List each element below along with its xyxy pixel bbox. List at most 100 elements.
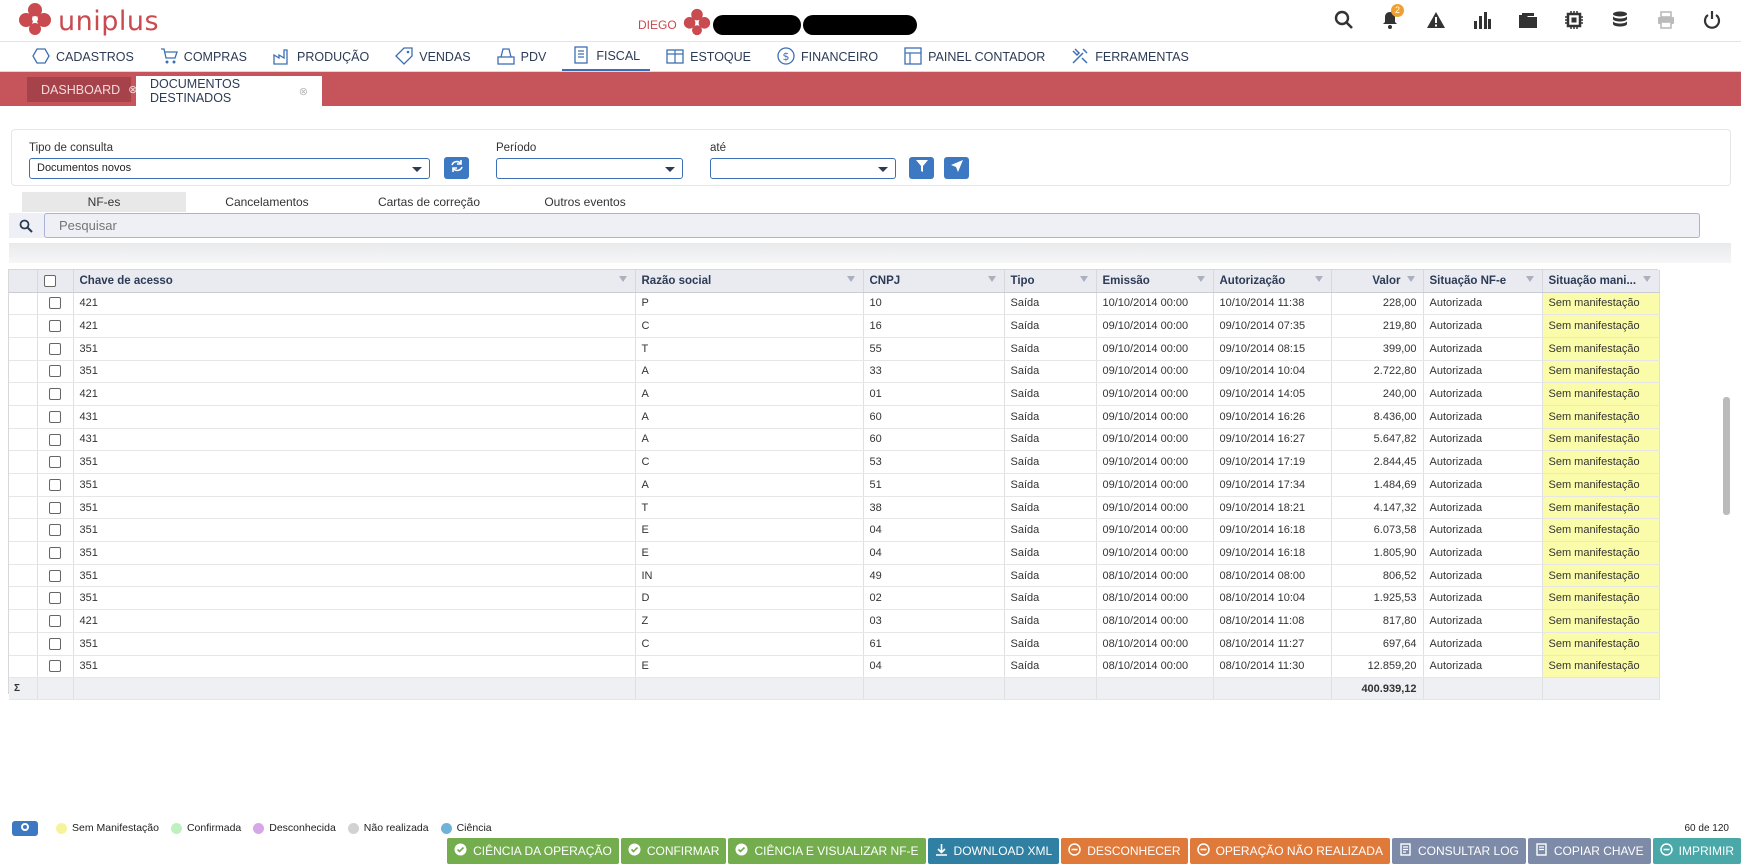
- row-checkbox[interactable]: [49, 342, 61, 355]
- copiar-chave-button[interactable]: COPIAR CHAVE: [1527, 838, 1651, 864]
- sort-icon[interactable]: [1079, 276, 1088, 282]
- column-header-emissao[interactable]: Emissão: [1096, 270, 1214, 293]
- database-icon[interactable]: [1597, 0, 1643, 40]
- sort-icon[interactable]: [1314, 276, 1323, 282]
- periodo-select[interactable]: [496, 158, 683, 179]
- column-header-situacao-nfe[interactable]: Situação NF-e: [1423, 270, 1543, 293]
- grid-settings-button[interactable]: [12, 820, 38, 836]
- row-select-cell[interactable]: [37, 496, 74, 520]
- row-select-cell[interactable]: [37, 632, 74, 656]
- column-header-autorizacao[interactable]: Autorização: [1213, 270, 1332, 293]
- table-row[interactable]: 421 Z 03 Saída 08/10/2014 00:00 08/10/2014 11…: [9, 609, 1660, 633]
- row-select-cell[interactable]: [37, 382, 74, 406]
- row-select-cell[interactable]: [37, 609, 74, 633]
- row-checkbox[interactable]: [49, 569, 61, 582]
- row-checkbox[interactable]: [49, 592, 61, 605]
- column-header-razao[interactable]: Razão social: [635, 270, 864, 293]
- subtab-outros-eventos[interactable]: Outros eventos: [510, 192, 660, 212]
- menu-item-compras[interactable]: COMPRAS: [150, 43, 257, 71]
- user-info[interactable]: DIEGO: [638, 8, 917, 41]
- row-checkbox[interactable]: [49, 478, 61, 491]
- search-icon[interactable]: [1321, 0, 1367, 40]
- imprimir-button[interactable]: IMPRIMIR: [1652, 838, 1741, 864]
- subtab-cartas-correcao[interactable]: Cartas de correção: [348, 192, 510, 212]
- row-checkbox[interactable]: [49, 615, 61, 628]
- row-select-cell[interactable]: [37, 518, 74, 543]
- table-row[interactable]: 421 P 10 Saída 10/10/2014 00:00 10/10/2014 11…: [9, 292, 1660, 316]
- menu-item-pdv[interactable]: PDV: [487, 43, 557, 71]
- table-row[interactable]: 351 E 04 Saída 09/10/2014 00:00 09/10/2014 16…: [9, 541, 1660, 565]
- menu-item-ferramentas[interactable]: FERRAMENTAS: [1061, 43, 1199, 71]
- column-header-situacao-manif[interactable]: Situação mani...: [1542, 270, 1660, 293]
- table-row[interactable]: 351 IN 49 Saída 08/10/2014 00:00 08/10/2014 0…: [9, 564, 1660, 588]
- row-checkbox[interactable]: [49, 501, 61, 514]
- notification-bell-icon[interactable]: 2: [1367, 0, 1413, 40]
- row-checkbox[interactable]: [49, 660, 61, 673]
- select-all-checkbox[interactable]: [43, 274, 56, 287]
- column-header-chave[interactable]: Chave de acesso: [73, 270, 636, 293]
- menu-item-estoque[interactable]: ESTOQUE: [656, 43, 761, 71]
- chart-icon[interactable]: [1459, 0, 1505, 40]
- sort-icon[interactable]: [987, 276, 996, 282]
- refresh-button[interactable]: [444, 157, 469, 179]
- row-checkbox[interactable]: [49, 320, 61, 333]
- table-row[interactable]: 351 C 53 Saída 09/10/2014 00:00 09/10/2014 17…: [9, 450, 1660, 474]
- subtab-cancelamentos[interactable]: Cancelamentos: [186, 192, 348, 212]
- menu-item-fiscal[interactable]: FISCAL: [562, 43, 651, 71]
- table-row[interactable]: 431 A 60 Saída 09/10/2014 00:00 09/10/2014 16…: [9, 428, 1660, 452]
- tab-documentos-destinados[interactable]: DOCUMENTOS DESTINADOS ⊗: [136, 76, 322, 106]
- tab-dashboard[interactable]: DASHBOARD ⊗: [27, 77, 137, 102]
- sort-icon[interactable]: [1196, 276, 1205, 282]
- ciencia-da-operacao-button[interactable]: CIÊNCIA DA OPERAÇÃO: [447, 838, 619, 864]
- column-header-tipo[interactable]: Tipo: [1004, 270, 1097, 293]
- close-tab-icon[interactable]: ⊗: [299, 85, 308, 98]
- table-row[interactable]: 351 E 04 Saída 09/10/2014 00:00 09/10/2014 16…: [9, 518, 1660, 543]
- table-row[interactable]: 351 D 02 Saída 08/10/2014 00:00 08/10/2014 10…: [9, 586, 1660, 611]
- table-row[interactable]: 351 T 55 Saída 09/10/2014 00:00 09/10/2014 08…: [9, 337, 1660, 361]
- row-select-cell[interactable]: [37, 428, 74, 452]
- consultar-log-button[interactable]: CONSULTAR LOG: [1391, 838, 1526, 864]
- row-checkbox[interactable]: [49, 524, 61, 537]
- row-select-cell[interactable]: [37, 405, 74, 429]
- row-select-cell[interactable]: [37, 292, 74, 316]
- search-input[interactable]: [44, 213, 1700, 238]
- sort-icon[interactable]: [618, 276, 627, 282]
- row-checkbox[interactable]: [49, 546, 61, 559]
- table-row[interactable]: 421 A 01 Saída 09/10/2014 00:00 09/10/2014 14…: [9, 382, 1660, 406]
- power-icon[interactable]: [1689, 0, 1735, 40]
- filter-button[interactable]: [909, 157, 934, 179]
- table-row[interactable]: 431 A 60 Saída 09/10/2014 00:00 09/10/2014 16…: [9, 405, 1660, 429]
- subtab-nfes[interactable]: NF-es: [22, 192, 186, 212]
- sort-icon[interactable]: [1406, 276, 1415, 282]
- row-checkbox[interactable]: [49, 388, 61, 401]
- download-xml-button[interactable]: DOWNLOAD XML: [927, 838, 1060, 864]
- warning-icon[interactable]: [1413, 0, 1459, 40]
- table-row[interactable]: 351 E 04 Saída 08/10/2014 00:00 08/10/2014 11…: [9, 655, 1660, 679]
- sort-icon[interactable]: [1525, 276, 1534, 282]
- sort-icon[interactable]: [846, 276, 855, 282]
- ate-select[interactable]: [710, 158, 896, 179]
- row-select-cell[interactable]: [37, 337, 74, 361]
- table-row[interactable]: 421 C 16 Saída 09/10/2014 00:00 09/10/2014 07…: [9, 314, 1660, 338]
- row-select-cell[interactable]: [37, 450, 74, 474]
- row-select-cell[interactable]: [37, 360, 74, 384]
- printer-icon[interactable]: [1643, 0, 1689, 40]
- ciencia-e-visualizar-nf-e-button[interactable]: CIÊNCIA E VISUALIZAR NF-E: [728, 838, 926, 864]
- menu-item-vendas[interactable]: VENDAS: [385, 43, 480, 71]
- folder-icon[interactable]: [1505, 0, 1551, 40]
- send-button[interactable]: [944, 157, 969, 179]
- row-select-cell[interactable]: [37, 473, 74, 497]
- row-select-cell[interactable]: [37, 586, 74, 611]
- column-header-valor[interactable]: Valor: [1331, 270, 1424, 293]
- row-select-cell[interactable]: [37, 655, 74, 679]
- tipo-consulta-select[interactable]: Documentos novos: [29, 158, 430, 179]
- menu-item-painel-contador[interactable]: PAINEL CONTADOR: [894, 43, 1055, 71]
- row-checkbox[interactable]: [49, 297, 61, 310]
- row-checkbox[interactable]: [49, 433, 61, 446]
- logo[interactable]: uniplus: [18, 2, 159, 40]
- menu-item-producao[interactable]: PRODUÇÃO: [263, 43, 379, 71]
- row-checkbox[interactable]: [49, 410, 61, 423]
- vertical-scrollbar[interactable]: [1720, 269, 1732, 694]
- column-header-cnpj[interactable]: CNPJ: [863, 270, 1005, 293]
- row-select-cell[interactable]: [37, 314, 74, 338]
